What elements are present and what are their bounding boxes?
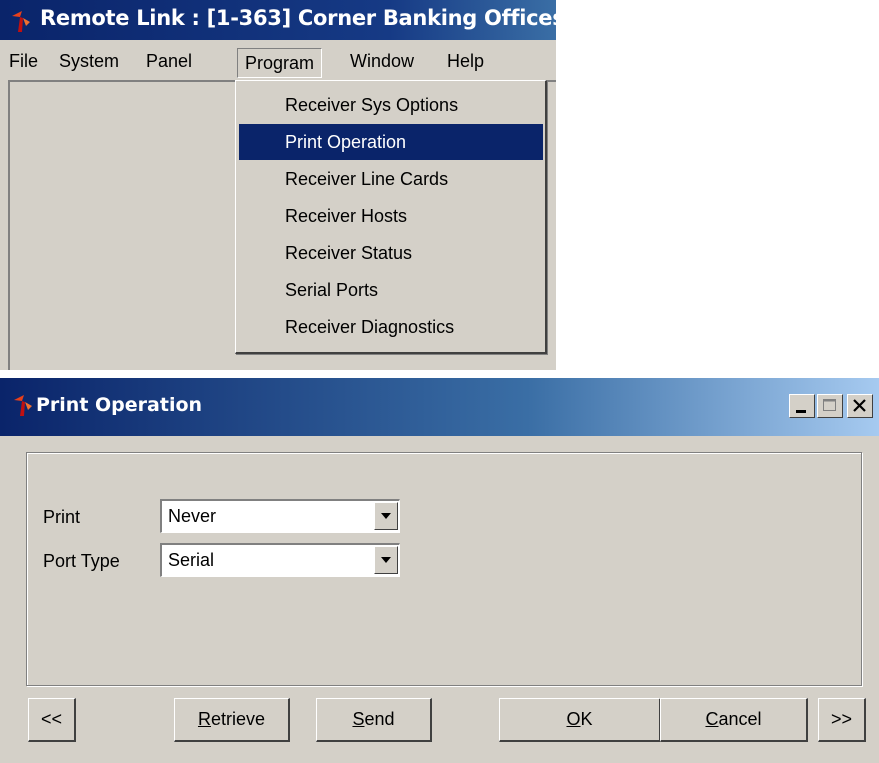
retrieve-accel: R <box>197 709 211 729</box>
cancel-label: ancel <box>718 709 762 729</box>
main-window-title: Remote Link : [1-363] Corner Banking Off… <box>40 6 565 30</box>
menu-item-receiver-status[interactable]: Receiver Status <box>239 235 543 271</box>
program-menu-dropdown: Receiver Sys Options Print Operation Rec… <box>235 80 547 354</box>
send-accel: S <box>352 709 365 729</box>
menu-item-serial-ports[interactable]: Serial Ports <box>239 272 543 308</box>
dialog-title: Print Operation <box>36 394 203 416</box>
menu-item-print-operation[interactable]: Print Operation <box>239 124 543 160</box>
menu-item-receiver-line-cards[interactable]: Receiver Line Cards <box>239 161 543 197</box>
send-button[interactable]: Send <box>316 698 432 742</box>
menu-item-receiver-hosts[interactable]: Receiver Hosts <box>239 198 543 234</box>
caption-buttons <box>789 394 875 420</box>
menu-program[interactable]: Program <box>237 48 323 78</box>
close-button[interactable] <box>847 394 873 418</box>
dialog-title-bar[interactable]: Print Operation <box>0 378 879 436</box>
ok-accel: O <box>566 709 581 729</box>
port-type-select-dropdown-button[interactable] <box>374 546 398 574</box>
menu-item-receiver-diagnostics[interactable]: Receiver Diagnostics <box>239 309 543 345</box>
retrieve-button[interactable]: Retrieve <box>174 698 290 742</box>
port-type-label: Port Type <box>43 551 120 571</box>
maximize-button[interactable] <box>817 394 843 418</box>
main-title-bar[interactable]: Remote Link : [1-363] Corner Banking Off… <box>0 0 565 40</box>
menu-bar: File System Panel Program Window Help <box>0 40 556 80</box>
send-label: end <box>364 709 395 729</box>
options-group: Print Never Port Type Serial <box>26 452 862 686</box>
chevron-down-icon <box>381 557 391 563</box>
maximize-icon <box>823 399 836 411</box>
menu-panel[interactable]: Panel <box>139 48 199 74</box>
ok-label: K <box>580 709 593 729</box>
ok-button[interactable]: OK <box>499 698 661 742</box>
app-logo-icon <box>14 395 32 416</box>
cancel-accel: C <box>705 709 719 729</box>
menu-item-receiver-sys-options[interactable]: Receiver Sys Options <box>239 87 543 123</box>
menu-window[interactable]: Window <box>343 48 421 74</box>
minimize-button[interactable] <box>789 394 815 418</box>
print-select-dropdown-button[interactable] <box>374 502 398 530</box>
next-button[interactable]: >> <box>818 698 866 742</box>
retrieve-label: etrieve <box>210 709 266 729</box>
print-select[interactable]: Never <box>160 499 400 533</box>
port-type-select[interactable]: Serial <box>160 543 400 577</box>
close-icon <box>853 399 866 412</box>
cancel-button[interactable]: Cancel <box>660 698 808 742</box>
chevron-down-icon <box>381 513 391 519</box>
minimize-icon <box>796 410 806 413</box>
menu-system[interactable]: System <box>52 48 126 74</box>
previous-button[interactable]: << <box>28 698 76 742</box>
print-select-value: Never <box>168 506 217 526</box>
app-logo-icon <box>12 11 30 32</box>
main-window: Remote Link : [1-363] Corner Banking Off… <box>0 0 565 370</box>
port-type-select-value: Serial <box>168 550 215 570</box>
menu-file[interactable]: File <box>2 48 45 74</box>
print-operation-dialog: Print Operation Print Never Port Type Se… <box>0 378 879 763</box>
menu-help[interactable]: Help <box>440 48 491 74</box>
print-label: Print <box>43 507 81 527</box>
